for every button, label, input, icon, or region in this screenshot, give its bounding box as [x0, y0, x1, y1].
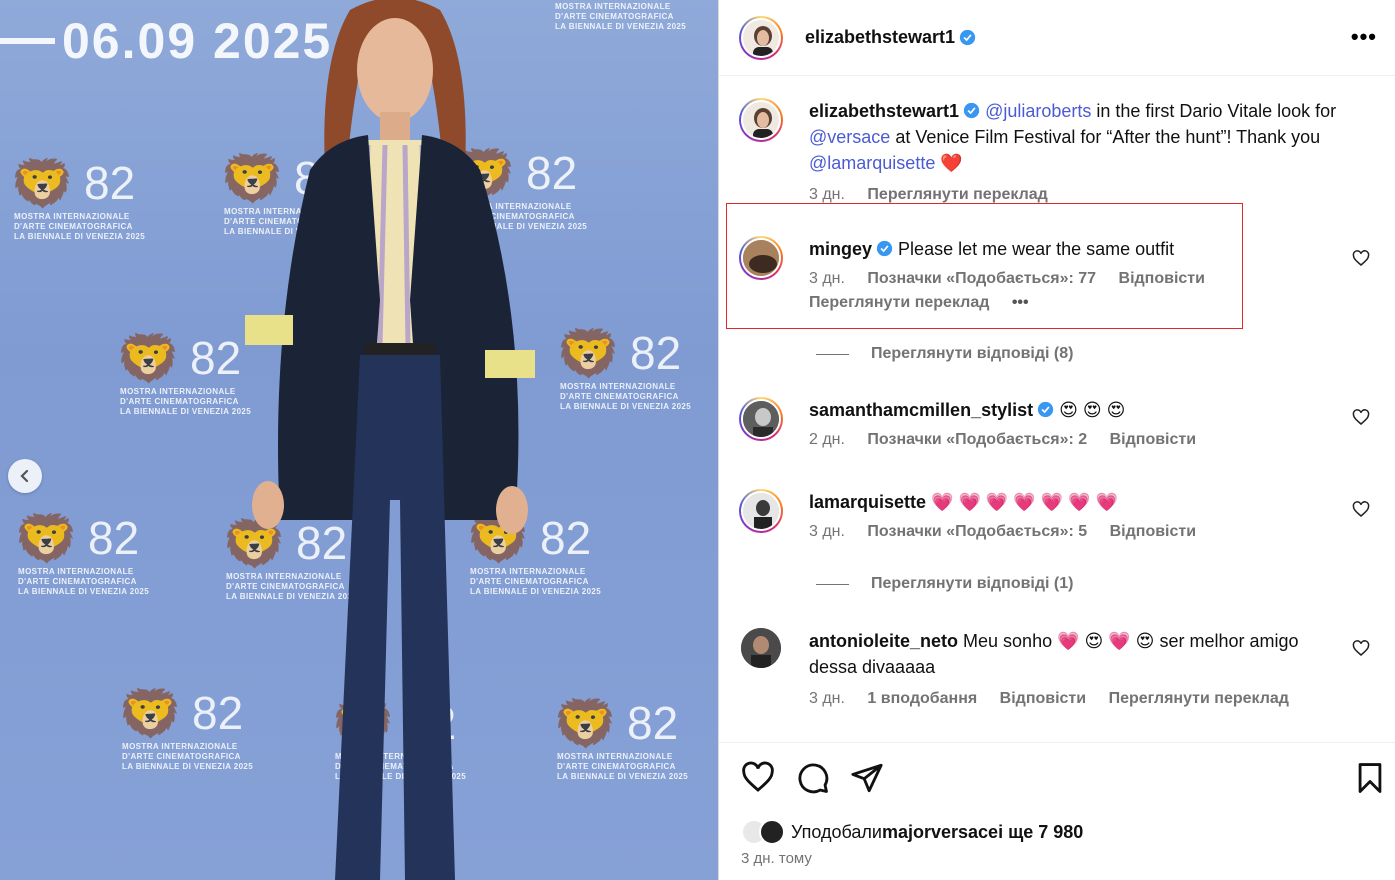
comment-item: antonioleite_neto Meu sonho 💗 😍 💗 😍 ser …	[739, 628, 1375, 710]
comment-text: 💗 💗 💗 💗 💗 💗 💗	[931, 492, 1118, 512]
comment-username[interactable]: samanthamcmillen_stylist	[809, 400, 1033, 420]
liker-avatar[interactable]	[759, 819, 785, 845]
festival-logo: MOSTRA INTERNAZIONALE D'ARTE CINEMATOGRAF…	[555, 2, 687, 31]
comment-item: lamarquisette 💗 💗 💗 💗 💗 💗 💗 3 дн. Познач…	[739, 489, 1375, 543]
like-comment-heart-icon[interactable]	[1352, 501, 1370, 519]
liked-by-prefix: Уподобали	[791, 821, 882, 842]
post-sidebar: elizabethstewart1 ••• elizabethstewart1 …	[718, 0, 1395, 880]
mention-link[interactable]: @versace	[809, 127, 890, 147]
comment-username[interactable]: lamarquisette	[809, 492, 926, 512]
mention-link[interactable]: @juliaroberts	[985, 101, 1091, 121]
like-heart-icon[interactable]	[741, 761, 775, 795]
like-comment-heart-icon[interactable]	[1352, 250, 1370, 268]
view-replies-label: Переглянути відповіді (1)	[871, 575, 1074, 592]
commenter-avatar[interactable]	[739, 397, 783, 441]
post-header: elizabethstewart1 •••	[719, 0, 1395, 76]
replies-line	[816, 353, 849, 355]
author-username[interactable]: elizabethstewart1	[805, 27, 955, 48]
verified-badge-icon	[963, 102, 980, 119]
view-replies-button[interactable]: Переглянути відповіді (8)	[816, 345, 1073, 363]
liked-by-user[interactable]: majorversace	[882, 822, 998, 843]
comment-likes[interactable]: Позначки «Подобається»: 5	[867, 523, 1087, 540]
festival-logo: 🦁82 MOSTRA INTERNAZIONALED'ARTE CINEMATO…	[551, 697, 689, 781]
view-replies-button[interactable]: Переглянути відповіді (1)	[816, 575, 1073, 593]
author-avatar[interactable]	[739, 98, 783, 142]
save-bookmark-icon[interactable]	[1353, 761, 1387, 795]
comment-item: samanthamcmillen_stylist 😍 😍 😍 2 дн. Поз…	[739, 397, 1375, 451]
carousel-prev-button[interactable]	[8, 459, 42, 493]
like-comment-heart-icon[interactable]	[1352, 409, 1370, 427]
replies-line	[816, 583, 849, 585]
commenter-avatar[interactable]	[739, 489, 783, 533]
post-caption: elizabethstewart1 @juliaroberts in the f…	[739, 98, 1375, 206]
heart-emoji: ❤️	[940, 153, 963, 173]
view-replies-label: Переглянути відповіді (8)	[871, 345, 1074, 362]
comment-username[interactable]: antonioleite_neto	[809, 631, 958, 651]
caption-text: in the first Dario Vitale look for	[1091, 101, 1337, 121]
share-send-icon[interactable]	[850, 761, 884, 795]
banner-line	[0, 38, 55, 44]
like-comment-heart-icon[interactable]	[1352, 640, 1370, 658]
caption-author[interactable]: elizabethstewart1	[809, 101, 959, 121]
liked-by-count[interactable]: і ще 7 980	[998, 822, 1083, 843]
more-options-button[interactable]: •••	[1351, 24, 1377, 50]
reply-button[interactable]: Відповісти	[1000, 690, 1086, 707]
commenter-avatar[interactable]	[741, 628, 781, 668]
post-actions: Уподобали majorversace і ще 7 980 3 дн. …	[719, 742, 1395, 880]
reply-button[interactable]: Відповісти	[1110, 431, 1196, 448]
comment-time: 3 дн.	[809, 523, 845, 540]
post-photo: 06.09 2025 MOSTRA INTERNAZIONALE D'ARTE C…	[0, 0, 718, 880]
festival-logo: 🦁82 MOSTRA INTERNAZIONALED'ARTE CINEMATO…	[12, 512, 150, 596]
post-time[interactable]: 3 дн. тому	[741, 850, 812, 867]
verified-badge-icon	[1037, 401, 1054, 418]
comment-bubble-icon[interactable]	[796, 761, 830, 795]
see-translation-button[interactable]: Переглянути переклад	[1109, 690, 1289, 707]
festival-logo: 🦁82 MOSTRA INTERNAZIONALED'ARTE CINEMATO…	[8, 157, 146, 241]
caption-text: at Venice Film Festival for “After the h…	[890, 127, 1321, 147]
author-avatar[interactable]	[739, 15, 783, 60]
comment-text: 😍 😍 😍	[1059, 400, 1126, 420]
mention-link[interactable]: @lamarquisette	[809, 153, 935, 173]
see-translation-button[interactable]: Переглянути переклад	[867, 186, 1047, 203]
caption-time: 3 дн.	[809, 186, 845, 203]
verified-badge-icon	[959, 29, 976, 46]
comment-likes[interactable]: 1 вподобання	[867, 690, 977, 707]
highlight-box	[726, 203, 1243, 329]
comment-time: 3 дн.	[809, 690, 845, 707]
festival-logo: 🦁82 MOSTRA INTERNAZIONALED'ARTE CINEMATO…	[554, 327, 692, 411]
comment-time: 2 дн.	[809, 431, 845, 448]
likes-summary: Уподобали majorversace і ще 7 980	[741, 819, 1083, 845]
person-figure	[245, 0, 535, 880]
comment-likes[interactable]: Позначки «Подобається»: 2	[867, 431, 1087, 448]
reply-button[interactable]: Відповісти	[1110, 523, 1196, 540]
chevron-left-icon	[20, 469, 29, 483]
